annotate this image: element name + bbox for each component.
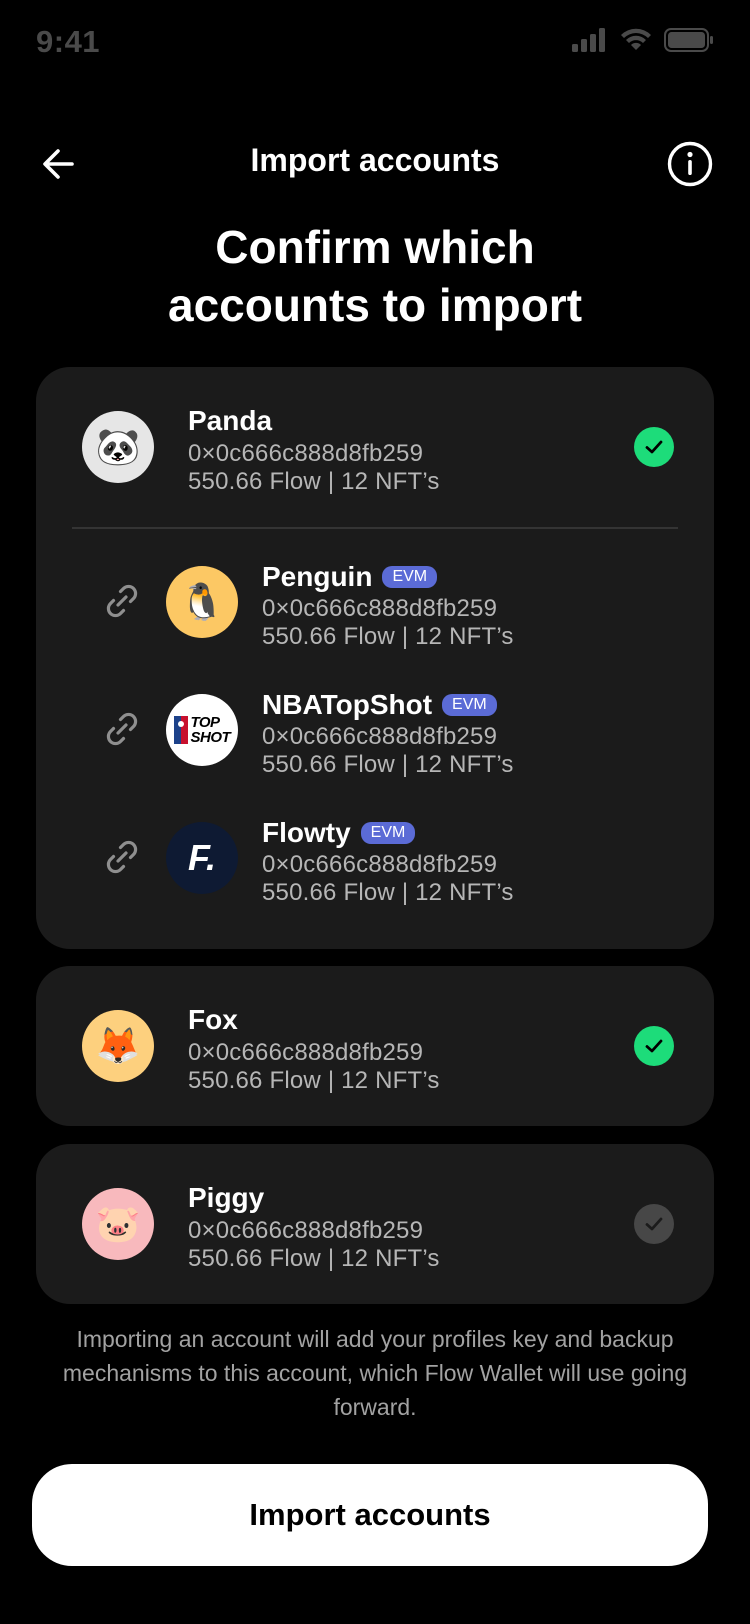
account-summary: 550.66 Flow | 12 NFT’s [262, 751, 514, 778]
nav-header: Import accounts [0, 120, 750, 200]
headline: Confirm which accounts to import [60, 218, 690, 334]
account-summary: 550.66 Flow | 12 NFT’s [188, 1245, 440, 1272]
account-name-text: Flowty [262, 817, 351, 848]
account-name: Piggy [188, 1182, 265, 1213]
selected-checkbox[interactable] [634, 427, 674, 467]
account-summary: 550.66 Flow | 12 NFT’s [188, 468, 440, 495]
piggy-avatar: 🐷 [82, 1188, 154, 1260]
link-icon [106, 584, 138, 618]
status-icons [572, 28, 714, 52]
account-name: Fox [188, 1004, 238, 1035]
battery-icon [664, 28, 713, 52]
info-icon [667, 141, 713, 187]
status-time: 9:41 [36, 24, 101, 59]
panda-avatar: 🐼 [82, 411, 154, 483]
account-name: NBATopShot EVM [262, 689, 497, 721]
account-name-text: Penguin [262, 561, 373, 592]
linked-account-row-flowty: F. Flowty EVM 0×0c666c888d8fb259 550.66 … [36, 803, 714, 913]
account-address: 0×0c666c888d8fb259 [262, 595, 498, 622]
headline-line-1: Confirm which [215, 221, 535, 273]
panda-avatar-emoji: 🐼 [95, 426, 141, 467]
account-address: 0×0c666c888d8fb259 [262, 851, 498, 878]
wifi-icon [621, 28, 651, 50]
account-card-fox[interactable]: 🦊 Fox 0×0c666c888d8fb259 550.66 Flow | 1… [36, 966, 714, 1126]
checkmark-icon [645, 1217, 663, 1231]
import-accounts-button[interactable]: Import accounts [32, 1464, 708, 1566]
status-bar: 9:41 [0, 0, 750, 88]
account-summary: 550.66 Flow | 12 NFT’s [262, 879, 514, 906]
evm-badge: EVM [382, 566, 438, 588]
fox-avatar: 🦊 [82, 1010, 154, 1082]
penguin-avatar: 🐧 [166, 566, 238, 638]
flowty-logo-text: F. [187, 837, 216, 878]
account-card-piggy[interactable]: 🐷 Piggy 0×0c666c888d8fb259 550.66 Flow |… [36, 1144, 714, 1304]
account-address: 0×0c666c888d8fb259 [262, 723, 498, 750]
divider [72, 527, 678, 529]
account-card-panda: 🐼 Panda 0×0c666c888d8fb259 550.66 Flow |… [36, 367, 714, 949]
account-name: Flowty EVM [262, 817, 416, 849]
checkmark-icon [645, 1039, 663, 1053]
nbatopshot-avatar: TOP SHOT [166, 694, 238, 766]
evm-badge: EVM [442, 694, 497, 716]
linked-account-row-penguin: 🐧 Penguin EVM 0×0c666c888d8fb259 550.66 … [36, 547, 714, 657]
info-button[interactable] [666, 140, 714, 188]
link-icon [106, 840, 138, 874]
linked-account-row-nbatopshot: TOP SHOT NBATopShot EVM 0×0c666c888d8fb2… [36, 675, 714, 785]
account-address: 0×0c666c888d8fb259 [188, 1039, 424, 1066]
link-icon [106, 712, 138, 746]
checkmark-icon [645, 440, 663, 454]
cellular-signal-icon [572, 28, 605, 52]
account-name-text: NBATopShot [262, 689, 433, 720]
nba-logo-icon [173, 716, 188, 744]
flowty-avatar: F. [166, 822, 238, 894]
topshot-logo-text: TOP SHOT [190, 714, 231, 746]
selected-checkbox[interactable] [634, 1026, 674, 1066]
account-summary: 550.66 Flow | 12 NFT’s [262, 623, 514, 650]
page-title: Import accounts [250, 142, 500, 178]
headline-line-2: accounts to import [167, 279, 583, 331]
account-row-panda[interactable]: 🐼 Panda 0×0c666c888d8fb259 550.66 Flow |… [36, 367, 714, 527]
account-name: Panda [188, 405, 273, 436]
account-address: 0×0c666c888d8fb259 [188, 1217, 424, 1244]
evm-badge: EVM [360, 822, 416, 844]
piggy-avatar-emoji: 🐷 [95, 1203, 141, 1244]
penguin-avatar-emoji: 🐧 [179, 581, 225, 622]
unselected-checkbox[interactable] [634, 1204, 674, 1244]
disclaimer-text: Importing an account will add your profi… [62, 1326, 688, 1420]
account-address: 0×0c666c888d8fb259 [188, 440, 424, 467]
fox-avatar-emoji: 🦊 [95, 1025, 141, 1066]
account-name: Penguin EVM [262, 561, 438, 593]
account-summary: 550.66 Flow | 12 NFT’s [188, 1067, 440, 1094]
